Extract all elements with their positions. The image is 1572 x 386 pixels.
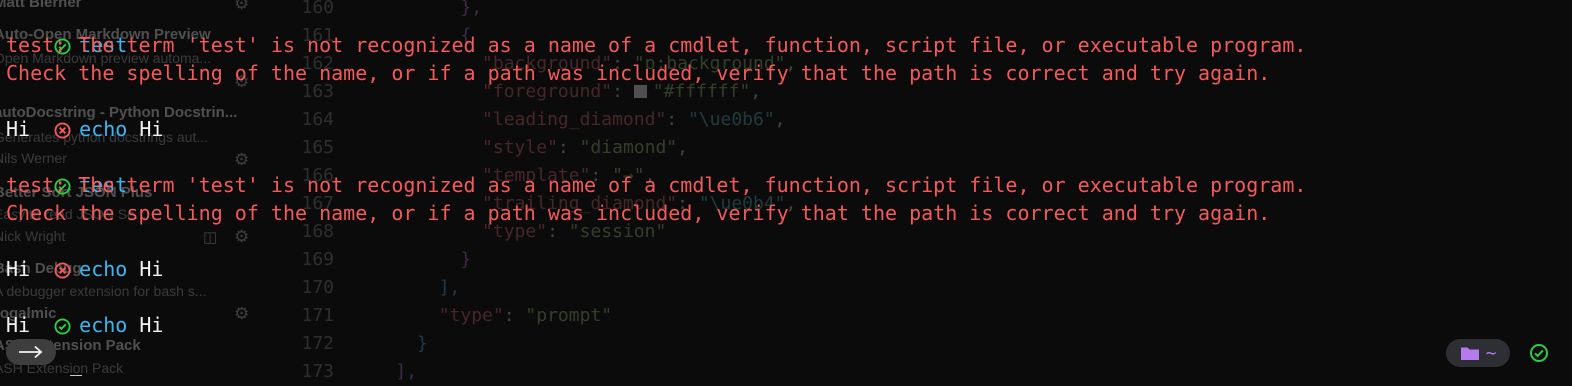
- command-line: test: [6, 3, 127, 57]
- error-message: Check the spelling of the name, or if a …: [6, 61, 1271, 85]
- path-status-segment: ~: [1446, 339, 1510, 367]
- x-circle-icon: [54, 262, 71, 279]
- folder-icon: [1460, 347, 1479, 360]
- command-line: echo Hi: [6, 227, 163, 281]
- command-line: echo Hi: [6, 283, 163, 337]
- prompt-segment: [6, 339, 56, 365]
- cursor: _: [70, 352, 83, 376]
- command-output: Hi: [6, 313, 31, 337]
- command-argument: Hi: [139, 117, 164, 141]
- error-message: Check the spelling of the name, or if a …: [6, 201, 1271, 225]
- arrow-right-icon: [19, 345, 43, 359]
- command-output: Hi: [6, 257, 31, 281]
- error-message: test: The term 'test' is not recognized …: [6, 33, 1307, 57]
- command-argument: Hi: [139, 257, 164, 281]
- check-circle-icon: [1530, 344, 1548, 362]
- command-text: echo: [79, 313, 128, 337]
- command-text: echo: [79, 257, 128, 281]
- x-circle-icon: [54, 122, 71, 139]
- command-output: Hi: [6, 117, 31, 141]
- check-circle-icon: [54, 318, 71, 335]
- command-argument: Hi: [139, 313, 164, 337]
- command-line: test: [6, 143, 127, 197]
- terminal-output[interactable]: test test: The term 'test' is not recogn…: [0, 0, 1572, 378]
- path-text: ~: [1485, 342, 1497, 364]
- command-text: echo: [79, 117, 128, 141]
- error-message: test: The term 'test' is not recognized …: [6, 173, 1307, 197]
- command-line: echo Hi: [6, 87, 163, 141]
